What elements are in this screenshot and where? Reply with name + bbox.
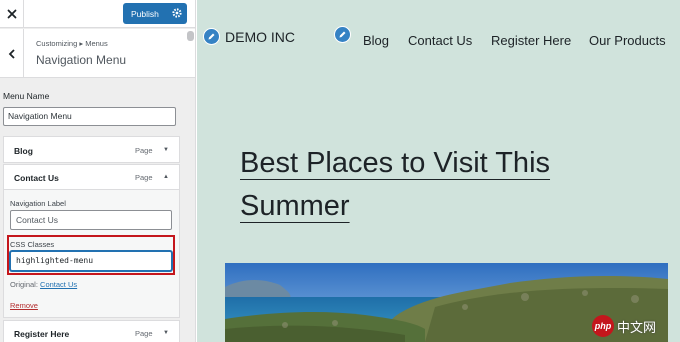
- css-classes-input[interactable]: highlighted-menu: [10, 251, 172, 271]
- back-button[interactable]: [0, 29, 24, 78]
- section-title: Navigation Menu: [36, 53, 127, 67]
- close-icon: [7, 9, 16, 19]
- gear-icon[interactable]: [172, 8, 182, 18]
- nav-link-our-products[interactable]: Our Products: [589, 33, 666, 48]
- publish-label: Publish: [131, 8, 159, 19]
- section-header: Customizing ▸ Menus Navigation Menu: [0, 29, 195, 78]
- navigation-label-label: Navigation Label: [10, 199, 66, 208]
- edit-shortcut-site-title[interactable]: [203, 28, 220, 45]
- nav-link-contact-us[interactable]: Contact Us: [408, 33, 472, 48]
- menu-item-type: Page: [135, 146, 153, 155]
- nav-link-register-here[interactable]: Register Here: [491, 33, 571, 48]
- menu-name-input[interactable]: Navigation Menu: [3, 107, 176, 126]
- collapse-arrow-icon[interactable]: ▲: [163, 174, 169, 180]
- menu-item-title: Register Here: [14, 329, 70, 339]
- edit-shortcut-menu[interactable]: [334, 26, 351, 43]
- site-preview: DEMO INC Blog Contact Us Register Here O…: [197, 0, 680, 342]
- menu-item-title: Blog: [14, 146, 33, 156]
- menu-item-register-here[interactable]: Register Here Page ▼: [3, 320, 180, 342]
- menu-name-label: Menu Name: [3, 91, 50, 101]
- site-title[interactable]: DEMO INC: [225, 29, 295, 45]
- pencil-icon: [208, 33, 215, 40]
- menu-item-contact-us[interactable]: Contact Us Page ▲: [3, 164, 180, 190]
- watermark-text: 中文网: [617, 319, 657, 335]
- menu-item-blog[interactable]: Blog Page ▼: [3, 136, 180, 163]
- post-title[interactable]: Best Places to Visit This Summer: [240, 142, 590, 228]
- customizer-panel: Publish Customizing ▸ Menus Navigation M…: [0, 0, 196, 342]
- close-customizer-button[interactable]: [0, 0, 24, 28]
- watermark: php 中文网: [592, 315, 656, 337]
- watermark-badge: php: [592, 315, 614, 337]
- menu-item-type: Page: [135, 329, 153, 338]
- menu-item-title: Contact Us: [14, 173, 59, 183]
- original-link[interactable]: Contact Us: [40, 280, 77, 289]
- expand-arrow-icon[interactable]: ▼: [163, 147, 169, 153]
- menu-item-settings: Navigation Label Contact Us CSS Classes …: [3, 190, 180, 318]
- original-row: Original: Contact Us: [10, 280, 77, 289]
- css-classes-label: CSS Classes: [10, 240, 55, 249]
- chevron-left-icon: [8, 48, 15, 59]
- publish-button[interactable]: Publish: [123, 3, 187, 24]
- pencil-icon: [339, 31, 346, 38]
- scrollbar-thumb[interactable]: [187, 31, 194, 41]
- menu-item-type: Page: [135, 173, 153, 182]
- remove-link[interactable]: Remove: [10, 301, 38, 310]
- nav-link-blog[interactable]: Blog: [363, 33, 389, 48]
- navigation-label-input[interactable]: Contact Us: [10, 210, 172, 230]
- panel-scrollbar[interactable]: [187, 31, 194, 342]
- breadcrumb: Customizing ▸ Menus: [36, 39, 108, 48]
- expand-arrow-icon[interactable]: ▼: [163, 330, 169, 336]
- customizer-topbar: Publish: [0, 0, 195, 28]
- post-title-text[interactable]: Best Places to Visit This Summer: [240, 147, 550, 222]
- original-label: Original:: [10, 280, 38, 289]
